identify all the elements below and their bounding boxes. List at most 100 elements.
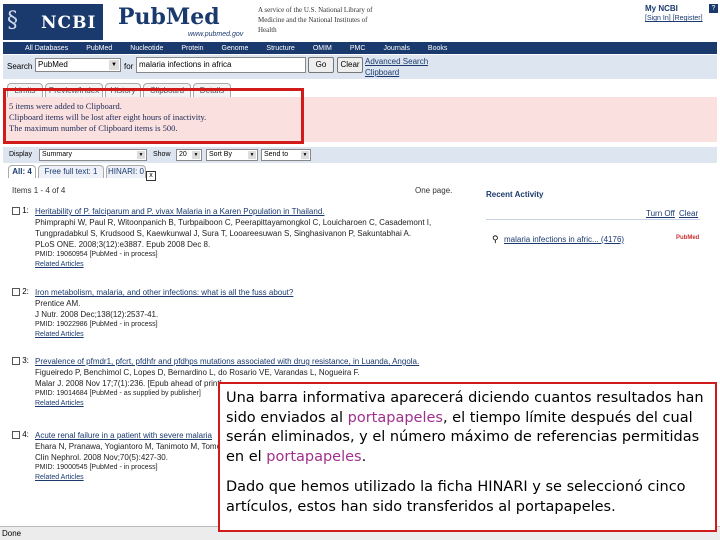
clear-activity-link[interactable]: Clear	[679, 209, 698, 218]
related-articles-link[interactable]: Related Articles	[35, 260, 475, 270]
go-button[interactable]: Go	[308, 57, 334, 73]
ncbi-logo-text: NCBI	[41, 13, 97, 33]
database-nav: All Databases PubMed Nucleotide Protein …	[3, 42, 717, 54]
highlight-frame	[3, 88, 304, 144]
result-authors: Prentice AM.	[35, 299, 81, 308]
callout-highlight: portapapeles	[266, 448, 362, 465]
chevron-down-icon: ▼	[192, 151, 200, 159]
display-format-value: Summary	[42, 151, 72, 158]
result-citation: PLoS ONE. 2008;3(12):e3887. Epub 2008 De…	[35, 240, 211, 249]
ncbi-logo[interactable]: § NCBI	[3, 4, 103, 40]
result-number: 2:	[10, 287, 29, 296]
database-select-value: PubMed	[38, 60, 68, 69]
recent-query-link[interactable]: malaria infections in afric... (4176)	[504, 235, 624, 244]
callout-highlight: portapapeles	[347, 409, 443, 426]
result-number: 4:	[10, 430, 29, 439]
nav-pubmed[interactable]: PubMed	[86, 45, 112, 52]
chevron-down-icon: ▼	[248, 151, 256, 159]
nav-omim[interactable]: OMIM	[313, 45, 332, 52]
pubmed-url: www.pubmed.gov	[188, 31, 244, 38]
search-label: Search	[7, 62, 33, 71]
result-authors: Tungpradabkul S, Krudsood S, Kaewkunwal …	[35, 229, 412, 238]
result-pmid: PMID: 19060954 [PubMed - in process]	[35, 251, 158, 258]
turn-off-link[interactable]: Turn Off	[646, 209, 675, 218]
advanced-search-link[interactable]: Advanced Search	[365, 57, 428, 66]
my-ncbi-group: My NCBI [Sign In] [Register]	[645, 4, 707, 22]
nav-structure[interactable]: Structure	[266, 45, 294, 52]
result-checkbox[interactable]	[12, 430, 20, 439]
result-authors: Figueiredo P, Benchimol C, Lopes D, Bern…	[35, 368, 360, 377]
page-header: § NCBI PubMed www.pubmed.gov A service o…	[0, 0, 720, 42]
sort-by-select[interactable]: Sort By ▼	[206, 149, 258, 161]
search-input[interactable]: malaria infections in africa	[136, 57, 306, 73]
status-text: Done	[2, 529, 22, 538]
result-title-link[interactable]: Heritability of P. falciparum and P. viv…	[35, 206, 475, 217]
tab-hinari[interactable]: HINARI: 0	[106, 165, 146, 178]
callout-paragraph: Dado que hemos utilizado la ficha HINARI…	[226, 479, 686, 515]
display-label: Display	[9, 151, 32, 158]
result-citation: J Nutr. 2008 Dec;138(12):2537-41.	[35, 310, 159, 319]
show-count-select[interactable]: 20 ▼	[176, 149, 202, 161]
database-select[interactable]: PubMed ▼	[35, 58, 121, 72]
send-to-select[interactable]: Send to ▼	[261, 149, 311, 161]
result-checkbox[interactable]	[12, 287, 20, 296]
search-links: Advanced Search Clipboard	[365, 56, 428, 78]
result-checkbox[interactable]	[12, 206, 20, 215]
display-format-select[interactable]: Summary ▼	[39, 149, 147, 161]
my-ncbi-label[interactable]: My NCBI	[645, 4, 707, 13]
result-title-link[interactable]: Prevalence of pfmdr1, pfcrt, pfdhfr and …	[35, 356, 475, 367]
callout-text: .	[361, 448, 367, 465]
show-count-value: 20	[179, 151, 187, 158]
tab-all[interactable]: All: 4	[8, 165, 36, 178]
show-label: Show	[153, 151, 171, 158]
service-statement: A service of the U.S. National Library o…	[258, 6, 373, 34]
pubmed-logo-text: PubMed	[118, 4, 220, 30]
clear-button[interactable]: Clear	[337, 57, 363, 73]
nav-nucleotide[interactable]: Nucleotide	[130, 45, 163, 52]
items-count: Items 1 - 4 of 4	[12, 186, 66, 195]
related-articles-link[interactable]: Related Articles	[35, 330, 475, 340]
recent-activity-panel: Recent Activity Turn Off Clear ⚲ malaria…	[486, 190, 700, 244]
result-number-text: 4:	[22, 430, 29, 439]
sort-by-value: Sort By	[209, 151, 232, 158]
search-icon: ⚲	[492, 234, 499, 244]
callout-paragraph: Una barra informativa aparecerá diciendo…	[226, 389, 709, 467]
send-to-value: Send to	[264, 151, 289, 158]
nav-books[interactable]: Books	[428, 45, 447, 52]
clipboard-link[interactable]: Clipboard	[365, 68, 399, 77]
nav-all-databases[interactable]: All Databases	[25, 45, 68, 52]
nav-journals[interactable]: Journals	[383, 45, 409, 52]
pagination-info: One page.	[415, 186, 453, 195]
close-icon[interactable]: x	[146, 171, 156, 181]
result-number-text: 2:	[22, 287, 29, 296]
nav-pmc[interactable]: PMC	[350, 45, 366, 52]
recent-query-source: PubMed	[676, 235, 700, 241]
result-body: Iron metabolism, malaria, and other infe…	[35, 287, 475, 340]
recent-activity-heading: Recent Activity	[486, 190, 544, 199]
chevron-down-icon: ▼	[137, 151, 145, 159]
result-body: Heritability of P. falciparum and P. viv…	[35, 206, 475, 270]
result-number: 3:	[10, 356, 29, 365]
ncbi-symbol-icon: §	[7, 8, 18, 33]
result-filter-tabs: All: 4 Free full text: 1 HINARI: 0	[8, 165, 158, 179]
result-authors: Phimpraphi W, Paul R, Witoonpanich B, Tu…	[35, 218, 432, 227]
result-title-link[interactable]: Iron metabolism, malaria, and other infe…	[35, 287, 475, 298]
tab-free-full-text[interactable]: Free full text: 1	[38, 165, 104, 178]
help-icon[interactable]: ?	[709, 4, 718, 13]
for-label: for	[124, 62, 134, 71]
chevron-down-icon: ▼	[109, 60, 119, 70]
nav-genome[interactable]: Genome	[222, 45, 249, 52]
search-bar: Search PubMed ▼ for malaria infections i…	[3, 55, 717, 79]
divider	[486, 219, 700, 220]
result-number-text: 1:	[22, 206, 29, 215]
chevron-down-icon: ▼	[301, 151, 309, 159]
pubmed-logo[interactable]: PubMed www.pubmed.gov	[118, 4, 243, 40]
result-number-text: 3:	[22, 356, 29, 365]
display-settings-bar: Display Summary ▼ Show 20 ▼ Sort By ▼ Se…	[3, 147, 717, 163]
result-checkbox[interactable]	[12, 356, 20, 365]
nav-protein[interactable]: Protein	[181, 45, 203, 52]
explanation-callout: Una barra informativa aparecerá diciendo…	[218, 382, 717, 532]
result-pmid: PMID: 19022986 [PubMed - in process]	[35, 321, 158, 328]
sign-in-register-link[interactable]: [Sign In] [Register]	[645, 15, 707, 22]
result-number: 1:	[10, 206, 29, 215]
